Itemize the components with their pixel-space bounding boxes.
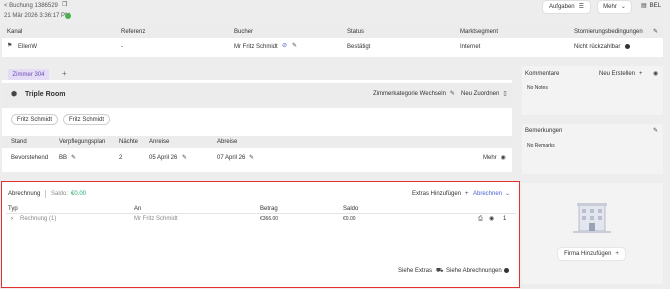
- col-bucher: Bucher: [234, 29, 254, 35]
- comments-title: Kommentare: [525, 71, 560, 77]
- invoice-count: 1: [503, 216, 507, 222]
- col-abreise: Abreise: [217, 139, 238, 145]
- edit-icon[interactable]: ✎: [182, 155, 187, 161]
- add-company-button[interactable]: Firma Hinzufügen +: [558, 248, 625, 260]
- status-dot-icon: [65, 13, 71, 19]
- guest-pill[interactable]: Fritz Schmidt: [63, 114, 110, 125]
- print-icon[interactable]: ⎙: [478, 216, 483, 222]
- status-value: Bestätigt: [347, 44, 371, 50]
- invoice-type[interactable]: Rechnung (1): [20, 216, 56, 222]
- bel-button[interactable]: ▤ BEL: [641, 3, 661, 9]
- mehr-button[interactable]: Mehr ⌄: [598, 1, 631, 13]
- eye-icon: ◉: [500, 155, 506, 161]
- stand-value: Bevorstehend: [11, 155, 49, 161]
- see-billing-button[interactable]: Siehe Abrechnungen: [446, 268, 509, 274]
- saldo-label: Saldo:: [51, 191, 69, 197]
- see-extras-button[interactable]: Siehe Extras ⛟: [398, 268, 444, 274]
- add-extras-button[interactable]: Extras Hinzufügen +: [412, 191, 469, 197]
- booking-table: Kanal Referenz Bucher Status Marktsegmen…: [2, 26, 663, 57]
- eye-icon[interactable]: ◉: [489, 216, 494, 222]
- copy-icon[interactable]: ❐: [62, 2, 67, 8]
- chevron-right-icon[interactable]: ›: [11, 216, 13, 222]
- plus-icon: +: [465, 191, 469, 197]
- door-icon: ▯: [503, 91, 507, 97]
- list-icon: ☰: [578, 4, 585, 10]
- col-naechte: Nächte: [119, 139, 139, 145]
- marktsegment-value: Internet: [460, 44, 481, 50]
- bed-icon: ⬢: [11, 91, 18, 98]
- divider: [6, 213, 516, 214]
- remarks-title: Bemerkungen: [525, 128, 563, 134]
- room-type: Triple Room: [25, 91, 66, 98]
- plus-icon: +: [639, 71, 643, 77]
- info-icon[interactable]: [625, 44, 630, 49]
- cart-icon: ⛟: [436, 268, 444, 274]
- new-comment-button[interactable]: Neu Erstellen +: [599, 71, 643, 77]
- billing-panel: Abrechnung Saldo: €0.00 Extras Hinzufüge…: [1, 181, 520, 288]
- edit-icon[interactable]: ✎: [71, 155, 76, 161]
- assign-new-button[interactable]: Neu Zuordnen ▯: [461, 91, 507, 97]
- room-card: ⬢ Triple Room Zimmerkategorie Wechseln ✎…: [2, 80, 512, 172]
- building-icon: [573, 201, 611, 235]
- col-storno: Stornierungsbedingungen: [574, 29, 643, 35]
- building-icon: [573, 203, 611, 233]
- col-anreise: Anreise: [149, 139, 170, 145]
- col-status: Status: [347, 29, 365, 35]
- storno-value: Nicht rückzahlbar: [574, 44, 621, 50]
- info-icon: [504, 268, 509, 273]
- document-icon: ▤: [641, 3, 647, 9]
- anreise-value: 05 April 26: [149, 155, 178, 161]
- no-notes-text: No Notes: [527, 85, 548, 91]
- col-referenz: Referenz: [121, 29, 146, 35]
- abreise-value: 07 April 26: [217, 155, 246, 161]
- room-more-button[interactable]: Mehr ◉: [483, 155, 506, 161]
- naechte-value: 2: [119, 155, 123, 161]
- referenz-value: -: [121, 44, 123, 50]
- link-icon[interactable]: ⊘: [282, 43, 287, 49]
- invoice-amount: €366.00: [260, 216, 279, 222]
- col-verpflegungsplan: Verpflegungsplan: [59, 139, 106, 145]
- col-an: An: [134, 206, 142, 212]
- tab-zimmer-304[interactable]: Zimmer 304: [8, 69, 49, 80]
- abrechnen-button[interactable]: Abrechnen ⌄: [473, 191, 510, 197]
- billing-label: Abrechnung: [8, 191, 41, 197]
- edit-icon[interactable]: ✎: [292, 43, 297, 49]
- saldo-value: €0.00: [71, 191, 87, 197]
- plan-value: BB: [59, 155, 68, 161]
- plus-icon: +: [615, 251, 619, 257]
- chevron-down-icon: ⌄: [505, 191, 511, 197]
- invoice-saldo: €0.00: [343, 216, 356, 222]
- kanal-value: EllenW: [18, 44, 38, 50]
- no-remarks-text: No Remarks: [527, 143, 555, 149]
- invoice-recipient: Mr Fritz Schmidt: [134, 216, 178, 222]
- chevron-down-icon: ⌄: [620, 4, 626, 10]
- col-stand: Stand: [11, 139, 27, 145]
- comments-panel: Kommentare Neu Erstellen + ◉ No Notes: [522, 66, 663, 115]
- col-kanal: Kanal: [7, 29, 23, 35]
- edit-icon[interactable]: ✎: [653, 29, 658, 35]
- col-betrag: Betrag: [260, 206, 278, 212]
- edit-icon[interactable]: ✎: [653, 128, 658, 134]
- change-category-button[interactable]: Zimmerkategorie Wechseln ✎: [373, 91, 455, 97]
- booking-timestamp: 21 Mär 2026 3:36:17 PM: [4, 13, 71, 19]
- col-marktsegment: Marktsegment: [460, 29, 499, 35]
- edit-icon[interactable]: ✎: [249, 155, 254, 161]
- edit-icon: ✎: [449, 91, 455, 97]
- guest-pill[interactable]: Fritz Schmidt: [11, 114, 58, 125]
- divider: [45, 190, 46, 198]
- add-room-tab-button[interactable]: +: [62, 69, 67, 78]
- col-typ: Typ: [8, 206, 18, 212]
- back-link[interactable]: < Buchung 1386529: [4, 3, 58, 9]
- company-panel: Firma Hinzufügen +: [522, 183, 663, 284]
- bucher-value[interactable]: Mr Fritz Schmidt: [234, 44, 278, 50]
- remarks-panel: Bemerkungen ✎ No Remarks: [522, 124, 663, 174]
- eye-icon[interactable]: ◉: [653, 71, 658, 77]
- booking-table-header: [2, 26, 663, 38]
- col-saldo: Saldo: [343, 206, 359, 212]
- aufgaben-button[interactable]: Aufgaben ☰: [543, 1, 590, 13]
- channel-icon: ⚑: [7, 43, 13, 49]
